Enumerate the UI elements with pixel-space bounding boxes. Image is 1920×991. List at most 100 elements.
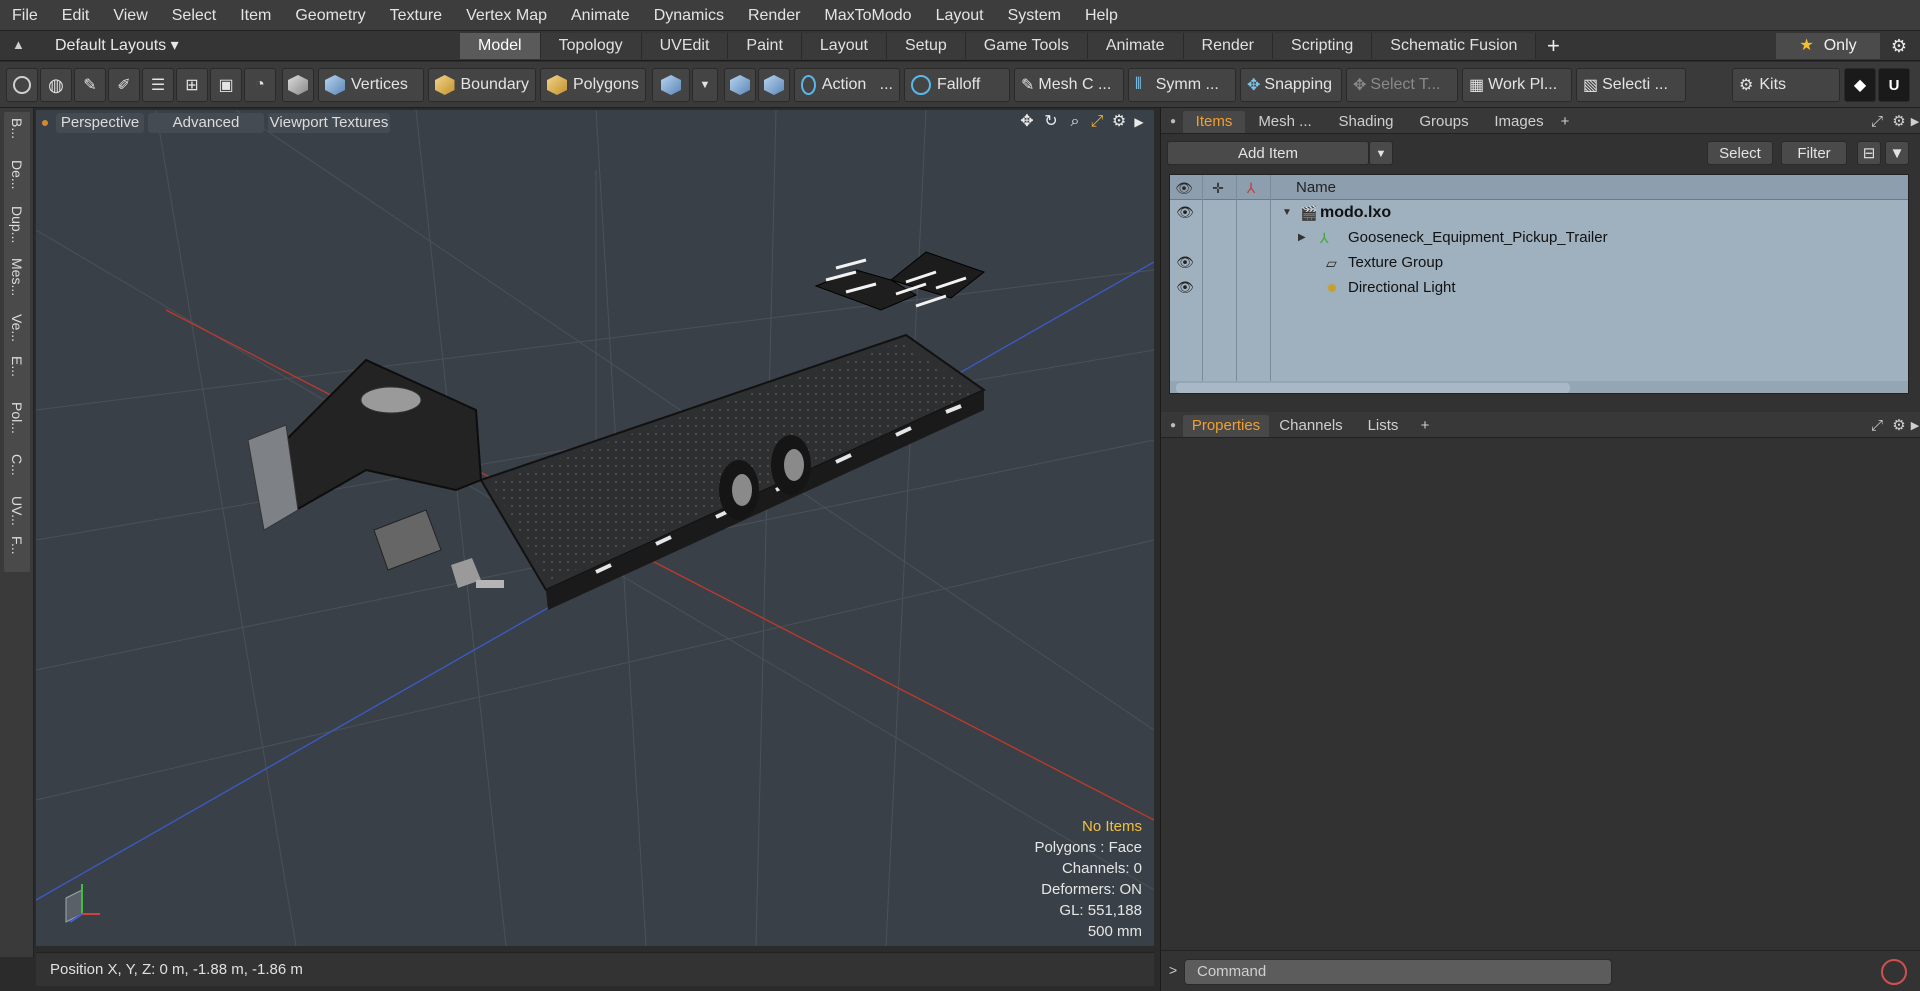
frame-button[interactable]: ▣: [210, 68, 242, 102]
tab-uvedit[interactable]: UVEdit: [641, 33, 729, 59]
item-mode-button[interactable]: [282, 68, 314, 102]
left-tab-mesh-edit[interactable]: Mes...: [6, 258, 28, 296]
command-input[interactable]: Command: [1184, 959, 1612, 985]
mesh-constraint-button[interactable]: ✎ Mesh C ...: [1014, 68, 1124, 102]
tab-groups[interactable]: Groups: [1409, 111, 1479, 133]
globe-button[interactable]: ◍: [40, 68, 72, 102]
left-tab-duplicate[interactable]: Dup...: [6, 206, 28, 243]
grid-button[interactable]: ⊞: [176, 68, 208, 102]
add-panel-tab-icon[interactable]: +: [1555, 111, 1575, 133]
filter-funnel-button[interactable]: ▼: [1885, 141, 1909, 165]
action-button[interactable]: Action ...: [794, 68, 900, 102]
collapse-up-icon[interactable]: ▲: [12, 37, 28, 53]
rotate-icon[interactable]: ↻: [1042, 113, 1060, 131]
left-tab-polygon[interactable]: Pol...: [6, 402, 28, 434]
expand-caret-icon[interactable]: ▶: [1298, 225, 1306, 250]
selection-sets-button[interactable]: ▧ Selecti ...: [1576, 68, 1686, 102]
panel-expand-icon[interactable]: ▶: [1909, 415, 1920, 437]
shading-dropdown[interactable]: Advanced: [148, 113, 264, 133]
panel-settings-icon[interactable]: ⚙: [1889, 415, 1909, 437]
list-item-mesh[interactable]: ▶ ⅄ Gooseneck_Equipment_Pickup_Trailer: [1170, 225, 1908, 250]
maximize-panel-icon[interactable]: ⤢: [1867, 111, 1887, 133]
falloff-button[interactable]: Falloff: [904, 68, 1010, 102]
expand-right-icon[interactable]: ▶: [1130, 113, 1148, 131]
left-tab-edge[interactable]: E...: [6, 356, 28, 377]
sphere-button[interactable]: ◔: [244, 68, 276, 102]
menu-edit[interactable]: Edit: [50, 0, 102, 31]
shield-a-button[interactable]: [724, 68, 756, 102]
menu-select[interactable]: Select: [160, 0, 228, 31]
brush-button[interactable]: ✐: [108, 68, 140, 102]
menu-dynamics[interactable]: Dynamics: [642, 0, 736, 31]
mode-dropdown-button[interactable]: ▼: [692, 68, 718, 102]
menu-render[interactable]: Render: [736, 0, 812, 31]
work-plane-button[interactable]: ▦ Work Pl...: [1462, 68, 1572, 102]
tab-animate[interactable]: Animate: [1087, 33, 1184, 59]
tab-setup[interactable]: Setup: [886, 33, 966, 59]
unity-button[interactable]: ◆: [1844, 68, 1876, 102]
pan-icon[interactable]: ✥: [1018, 113, 1036, 131]
record-icon[interactable]: [1881, 959, 1907, 985]
list-item-texture-group[interactable]: 👁 ▱ Texture Group: [1170, 250, 1908, 275]
left-tab-basic[interactable]: B...: [6, 118, 28, 139]
select-through-button[interactable]: ✥ Select T...: [1346, 68, 1458, 102]
tab-layout[interactable]: Layout: [801, 33, 887, 59]
left-tab-deform[interactable]: De...: [6, 160, 28, 190]
tab-lists[interactable]: Lists: [1355, 415, 1411, 437]
viewport-menu-dot[interactable]: [42, 120, 48, 126]
menu-animate[interactable]: Animate: [559, 0, 642, 31]
panel-expand-icon[interactable]: ▶: [1909, 111, 1920, 133]
gear-icon[interactable]: ⚙: [1884, 33, 1914, 59]
mesh-mode-button[interactable]: [652, 68, 690, 102]
tab-topology[interactable]: Topology: [540, 33, 642, 59]
tab-schematic-fusion[interactable]: Schematic Fusion: [1372, 33, 1537, 59]
perspective-dropdown[interactable]: Perspective: [56, 113, 144, 133]
left-tab-vertex[interactable]: Ve...: [6, 314, 28, 342]
tab-scripting[interactable]: Scripting: [1273, 33, 1373, 59]
add-tab-icon[interactable]: +: [1536, 33, 1570, 59]
list-item-directional-light[interactable]: 👁 ✹ Directional Light: [1170, 275, 1908, 300]
visibility-column-icon[interactable]: 👁: [1175, 179, 1193, 197]
menu-help[interactable]: Help: [1073, 0, 1130, 31]
menu-layout[interactable]: Layout: [924, 0, 996, 31]
item-list-scrollbar[interactable]: [1170, 381, 1908, 393]
viewport-settings-icon[interactable]: ⚙: [1110, 113, 1128, 131]
tab-channels[interactable]: Channels: [1273, 415, 1349, 437]
tab-shading[interactable]: Shading: [1327, 111, 1405, 133]
tab-render[interactable]: Render: [1183, 33, 1274, 59]
panel-settings-icon[interactable]: ⚙: [1889, 111, 1909, 133]
eye-icon[interactable]: 👁: [1174, 279, 1196, 295]
menu-system[interactable]: System: [996, 0, 1073, 31]
select-circle-button[interactable]: [6, 68, 38, 102]
kits-button[interactable]: ⚙ Kits: [1732, 68, 1840, 102]
snapping-button[interactable]: ✥ Snapping: [1240, 68, 1342, 102]
left-tab-uv[interactable]: UV...: [6, 496, 28, 526]
filter-button[interactable]: Filter: [1781, 141, 1847, 165]
symmetry-button[interactable]: ⫴ Symm ...: [1128, 68, 1236, 102]
scrollbar-thumb[interactable]: [1176, 383, 1570, 393]
collapse-button[interactable]: ⊟: [1857, 141, 1881, 165]
shield-b-button[interactable]: [758, 68, 790, 102]
menu-geometry[interactable]: Geometry: [283, 0, 377, 31]
panel-menu-dot[interactable]: ●: [1167, 111, 1179, 133]
tab-game-tools[interactable]: Game Tools: [965, 33, 1088, 59]
unreal-button[interactable]: U: [1878, 68, 1910, 102]
left-tab-curve[interactable]: C...: [6, 454, 28, 476]
select-button[interactable]: Select: [1707, 141, 1773, 165]
menu-view[interactable]: View: [101, 0, 159, 31]
add-item-dropdown[interactable]: ▼: [1369, 141, 1393, 165]
expand-caret-icon[interactable]: ▼: [1282, 200, 1292, 225]
lock-column-icon[interactable]: ✛: [1209, 179, 1227, 197]
menu-file[interactable]: File: [0, 0, 50, 31]
polygons-button[interactable]: Polygons: [540, 68, 646, 102]
menu-maxtomodo[interactable]: MaxToModo: [812, 0, 923, 31]
textures-dropdown[interactable]: Viewport Textures: [268, 113, 390, 133]
eye-icon[interactable]: 👁: [1174, 254, 1196, 270]
add-item-button[interactable]: Add Item: [1167, 141, 1369, 165]
align-button[interactable]: ☰: [142, 68, 174, 102]
menu-item[interactable]: Item: [228, 0, 283, 31]
menu-texture[interactable]: Texture: [378, 0, 454, 31]
add-panel-tab-icon[interactable]: +: [1415, 415, 1435, 437]
tab-images[interactable]: Images: [1483, 111, 1555, 133]
panel-menu-dot[interactable]: ●: [1167, 415, 1179, 437]
